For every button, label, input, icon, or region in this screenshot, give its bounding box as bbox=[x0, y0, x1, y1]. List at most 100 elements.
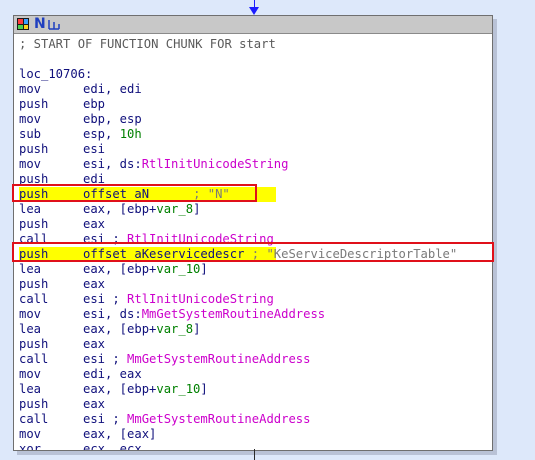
mnemonic: push bbox=[19, 277, 49, 291]
instruction-line[interactable]: push eax bbox=[19, 337, 276, 352]
operand-text: eax bbox=[83, 337, 106, 351]
operand-text: ] bbox=[193, 202, 201, 216]
operand-text: ] bbox=[193, 322, 201, 336]
instruction-line[interactable]: lea eax, [ebp+var_8] bbox=[19, 202, 276, 217]
instruction-line[interactable]: push eax bbox=[19, 397, 276, 412]
mnemonic: push bbox=[19, 247, 49, 261]
operand-text: ecx, ecx bbox=[83, 442, 142, 451]
operand-text: ] bbox=[200, 262, 208, 276]
node-titlebar[interactable]: N bbox=[14, 16, 492, 34]
instruction-line[interactable]: push offset aKeservicedescr ; "KeServiceD… bbox=[19, 247, 457, 262]
operand-variable: var_8 bbox=[156, 322, 194, 336]
operand: edi, eax bbox=[83, 367, 142, 382]
instruction-line[interactable]: mov eax, [eax] bbox=[19, 427, 276, 442]
instruction-line[interactable]: lea eax, [ebp+var_10] bbox=[19, 382, 276, 397]
instruction-line[interactable]: lea eax, [ebp+var_10] bbox=[19, 262, 276, 277]
instruction-line[interactable]: mov edi, edi bbox=[19, 82, 276, 97]
disassembly-listing: ; START OF FUNCTION CHUNK FOR start loc_… bbox=[19, 37, 457, 451]
operand-text: esi ; bbox=[83, 232, 128, 246]
graph-view: N ; START OF FUNCTION CHUNK FOR start lo… bbox=[0, 0, 535, 460]
string-comment: ; "N" bbox=[193, 187, 230, 201]
location-label[interactable]: loc_10706: bbox=[19, 67, 276, 82]
operand: esi ; MmGetSystemRoutineAddress bbox=[83, 412, 310, 427]
mnemonic: xor bbox=[19, 442, 42, 451]
operand: esi ; RtlInitUnicodeString bbox=[83, 292, 274, 307]
operand-variable: var_10 bbox=[156, 262, 201, 276]
instruction-line[interactable]: mov esi, ds:RtlInitUnicodeString bbox=[19, 157, 288, 172]
instruction-line[interactable]: call esi ; MmGetSystemRoutineAddress bbox=[19, 412, 310, 427]
mnemonic: mov bbox=[19, 367, 42, 381]
instruction-line[interactable]: mov esi, ds:MmGetSystemRoutineAddress bbox=[19, 307, 325, 322]
operand: offset aKeservicedescr ; "KeServiceDescr… bbox=[83, 247, 457, 262]
instruction-line[interactable]: mov ebp, esp bbox=[19, 112, 276, 127]
operand-number: 10h bbox=[119, 127, 142, 141]
instruction-line[interactable]: sub esp, 10h bbox=[19, 127, 276, 142]
operand-text: ebp, esp bbox=[83, 112, 142, 126]
operand: offset aN ; "N" bbox=[83, 187, 230, 202]
operand: esi, ds:RtlInitUnicodeString bbox=[83, 157, 288, 172]
instruction-line[interactable]: call esi ; RtlInitUnicodeString bbox=[19, 292, 276, 307]
instruction-line[interactable]: push edi bbox=[19, 172, 276, 187]
operand-text: eax bbox=[83, 217, 106, 231]
mnemonic: mov bbox=[19, 307, 42, 321]
operand-text: eax bbox=[83, 397, 106, 411]
instruction-line[interactable]: xor ecx, ecx bbox=[19, 442, 276, 451]
operand-function-name: RtlInitUnicodeString bbox=[127, 232, 274, 246]
instruction-line[interactable]: push eax bbox=[19, 217, 276, 232]
blank-line bbox=[19, 52, 276, 67]
operand-text: eax, [eax] bbox=[83, 427, 157, 441]
operand-text: offset aKeservicedescr bbox=[83, 247, 245, 261]
instruction-line[interactable]: call esi ; MmGetSystemRoutineAddress bbox=[19, 352, 310, 367]
operand-text: esp, bbox=[83, 127, 120, 141]
operand: eax, [ebp+var_10] bbox=[83, 262, 208, 277]
operand-text: edi, eax bbox=[83, 367, 142, 381]
operand: esi, ds:MmGetSystemRoutineAddress bbox=[83, 307, 325, 322]
operand: edi bbox=[83, 172, 105, 187]
operand-text: esi ; bbox=[83, 412, 128, 426]
operand-text: eax, [ebp+ bbox=[83, 262, 157, 276]
mnemonic: lea bbox=[19, 322, 42, 336]
mnemonic: call bbox=[19, 352, 49, 366]
operand: edi, edi bbox=[83, 82, 142, 97]
mnemonic: mov bbox=[19, 427, 42, 441]
instruction-line[interactable]: push offset aN ; "N" bbox=[19, 187, 276, 202]
operand-function-name: RtlInitUnicodeString bbox=[127, 292, 274, 306]
incoming-edge-arrow-icon bbox=[249, 7, 259, 15]
instruction-line[interactable]: lea eax, [ebp+var_8] bbox=[19, 322, 276, 337]
instruction-line[interactable]: push ebp bbox=[19, 97, 276, 112]
operand-text: eax, [ebp+ bbox=[83, 382, 157, 396]
operand: ebp, esp bbox=[83, 112, 142, 127]
operand-text: ebp bbox=[83, 97, 106, 111]
mnemonic: mov bbox=[19, 112, 42, 126]
mnemonic: push bbox=[19, 142, 49, 156]
operand-text: esi ; bbox=[83, 292, 128, 306]
operand-text: eax, [ebp+ bbox=[83, 202, 157, 216]
operand: eax bbox=[83, 277, 105, 292]
mnemonic: push bbox=[19, 97, 49, 111]
instruction-line[interactable]: call esi ; RtlInitUnicodeString bbox=[19, 232, 276, 247]
instruction-line[interactable]: push eax bbox=[19, 277, 276, 292]
mnemonic: call bbox=[19, 292, 49, 306]
operand-variable: var_10 bbox=[156, 382, 201, 396]
operand-text: edi, edi bbox=[83, 82, 142, 96]
outgoing-edge-line bbox=[254, 449, 255, 460]
operand: esi bbox=[83, 142, 105, 157]
mnemonic: push bbox=[19, 172, 49, 186]
operand-function-name: MmGetSystemRoutineAddress bbox=[141, 307, 326, 321]
operand-text: edi bbox=[83, 172, 106, 186]
operand-text: esi bbox=[83, 142, 106, 156]
mnemonic: lea bbox=[19, 202, 42, 216]
instruction-line[interactable]: mov edi, eax bbox=[19, 367, 276, 382]
basic-block-node[interactable]: N ; START OF FUNCTION CHUNK FOR start lo… bbox=[13, 15, 493, 451]
mnemonic: lea bbox=[19, 382, 42, 396]
operand-text: offset aN bbox=[83, 187, 150, 201]
mnemonic: sub bbox=[19, 127, 42, 141]
operand-function-name: MmGetSystemRoutineAddress bbox=[127, 412, 311, 426]
instruction-line[interactable]: push esi bbox=[19, 142, 276, 157]
operand: ecx, ecx bbox=[83, 442, 142, 451]
operand: eax bbox=[83, 337, 105, 352]
mnemonic: push bbox=[19, 187, 49, 201]
operand-text: eax, [ebp+ bbox=[83, 322, 157, 336]
subroutine-icon[interactable] bbox=[48, 19, 60, 30]
graph-overview-icon[interactable] bbox=[17, 18, 29, 30]
